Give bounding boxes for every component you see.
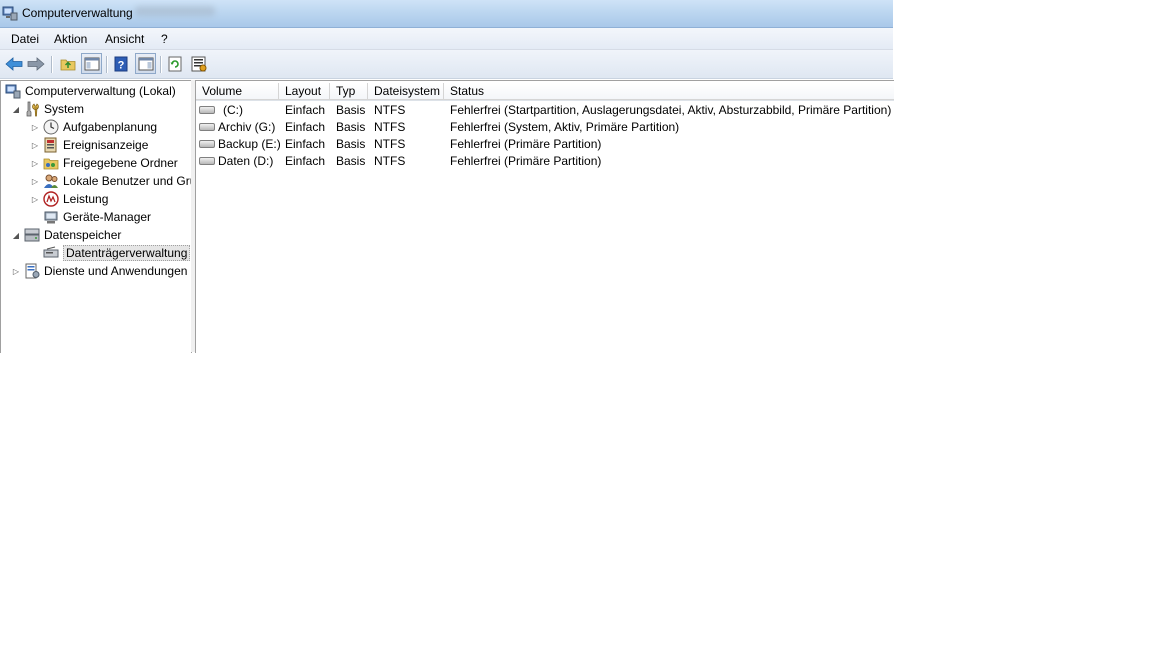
tree-item-dienste-und-anwendungen[interactable]: ▷ Dienste und Anwendungen xyxy=(11,262,187,280)
shared-folder-icon xyxy=(43,155,59,171)
tree-item-datenspeicher[interactable]: ◢ Datenspeicher xyxy=(11,226,121,244)
tree-item-freigegebene-ordner[interactable]: ▷ Freigegebene Ordner xyxy=(30,154,178,172)
menu-datei[interactable]: Datei xyxy=(9,32,41,46)
expand-triangle-icon[interactable]: ▷ xyxy=(30,195,40,204)
storage-icon xyxy=(24,227,40,243)
tree-label: Geräte-Manager xyxy=(63,210,152,224)
status-cell: Fehlerfrei (System, Aktiv, Primäre Parti… xyxy=(450,120,680,134)
volume-name: Archiv (G:) xyxy=(218,120,276,134)
volume-name: Daten (D:) xyxy=(218,154,274,168)
column-header-layout[interactable]: Layout xyxy=(279,83,330,100)
filesystem-cell: NTFS xyxy=(374,103,406,117)
collapse-triangle-icon[interactable]: ◢ xyxy=(11,231,21,240)
tree-label: System xyxy=(44,102,85,116)
volume-cell: Archiv (G:) xyxy=(199,120,275,134)
toolbar-separator xyxy=(106,56,107,73)
filesystem-cell: NTFS xyxy=(374,154,406,168)
console-tree[interactable]: Computerverwaltung (Lokal) ◢ System ▷ Au… xyxy=(0,80,192,353)
column-header-typ[interactable]: Typ xyxy=(330,83,368,100)
column-header-dateisystem[interactable]: Dateisystem xyxy=(368,83,444,100)
menu-help[interactable]: ? xyxy=(159,32,170,46)
menu-bar: Datei Aktion Ansicht ? xyxy=(0,28,893,50)
computer-management-window: Computerverwaltung Datei Aktion Ansicht … xyxy=(0,0,894,353)
volume-name: (C:) xyxy=(223,103,243,117)
tree-item-system[interactable]: ◢ System xyxy=(11,100,84,118)
column-header-status[interactable]: Status xyxy=(444,83,894,100)
computer-management-icon xyxy=(2,5,18,21)
volume-cell: Backup (E:) xyxy=(199,137,281,151)
back-arrow-icon[interactable] xyxy=(4,54,24,74)
tree-label: Leistung xyxy=(63,192,109,206)
show-hide-action-pane-icon[interactable] xyxy=(135,53,156,74)
window-title: Computerverwaltung xyxy=(22,6,133,20)
menu-aktion[interactable]: Aktion xyxy=(52,32,89,46)
disk-management-icon xyxy=(43,245,59,261)
event-viewer-icon xyxy=(43,137,59,153)
tree-label: Aufgabenplanung xyxy=(63,120,158,134)
tree-item-ereignisanzeige[interactable]: ▷ Ereignisanzeige xyxy=(30,136,148,154)
performance-icon xyxy=(43,191,59,207)
expand-triangle-icon[interactable]: ▷ xyxy=(11,267,21,276)
services-icon xyxy=(24,263,40,279)
typ-cell: Basis xyxy=(336,154,366,168)
expand-triangle-icon[interactable]: ▷ xyxy=(30,141,40,150)
tree-item-geraete-manager[interactable]: Geräte-Manager xyxy=(43,208,151,226)
typ-cell: Basis xyxy=(336,120,366,134)
typ-cell: Basis xyxy=(336,137,366,151)
status-cell: Fehlerfrei (Primäre Partition) xyxy=(450,154,602,168)
expand-triangle-icon[interactable]: ▷ xyxy=(30,123,40,132)
hard-drive-icon xyxy=(199,156,215,165)
tree-label: Lokale Benutzer und Gruppen xyxy=(63,174,191,188)
device-manager-icon xyxy=(43,209,59,225)
layout-cell: Einfach xyxy=(285,103,326,117)
hard-drive-icon xyxy=(199,139,215,148)
tools-icon xyxy=(24,101,40,117)
status-cell: Fehlerfrei (Startpartition, Auslagerungs… xyxy=(450,103,892,117)
filesystem-cell: NTFS xyxy=(374,137,406,151)
expand-triangle-icon[interactable]: ▷ xyxy=(30,159,40,168)
tree-item-lokale-benutzer[interactable]: ▷ Lokale Benutzer und Gruppen xyxy=(30,172,191,190)
forward-arrow-icon[interactable] xyxy=(26,54,46,74)
filesystem-cell: NTFS xyxy=(374,120,406,134)
collapse-triangle-icon[interactable]: ◢ xyxy=(11,105,21,114)
layout-cell: Einfach xyxy=(285,154,326,168)
hard-drive-icon xyxy=(199,105,215,114)
tree-label: Freigegebene Ordner xyxy=(63,156,178,170)
tree-item-datentraegerverwaltung[interactable]: Datenträgerverwaltung xyxy=(43,244,191,262)
tree-label: Ereignisanzeige xyxy=(63,138,149,152)
properties-icon[interactable] xyxy=(189,54,209,74)
refresh-icon[interactable] xyxy=(165,54,185,74)
tree-item-leistung[interactable]: ▷ Leistung xyxy=(30,190,108,208)
svg-text:?: ? xyxy=(118,60,125,72)
column-header-volume[interactable]: Volume xyxy=(196,83,279,100)
tree-label: Computerverwaltung (Lokal) xyxy=(25,84,176,98)
help-icon[interactable]: ? xyxy=(111,54,131,74)
layout-cell: Einfach xyxy=(285,120,326,134)
up-folder-icon[interactable] xyxy=(58,54,78,74)
toolbar-separator xyxy=(51,56,52,73)
hard-drive-icon xyxy=(199,122,215,131)
toolbar-separator xyxy=(160,56,161,73)
tree-label: Datenspeicher xyxy=(44,228,122,242)
volume-cell: Daten (D:) xyxy=(199,154,273,168)
status-cell: Fehlerfrei (Primäre Partition) xyxy=(450,137,602,151)
clock-icon xyxy=(43,119,59,135)
volume-list[interactable]: Volume Layout Typ Dateisystem Status (C:… xyxy=(195,80,894,353)
volume-cell: (C:) xyxy=(199,103,243,117)
volume-name: Backup (E:) xyxy=(218,137,281,151)
tree-item-computer-management-local[interactable]: Computerverwaltung (Lokal) xyxy=(5,82,176,100)
tree-item-aufgabenplanung[interactable]: ▷ Aufgabenplanung xyxy=(30,118,157,136)
typ-cell: Basis xyxy=(336,103,366,117)
tree-label: Datenträgerverwaltung xyxy=(63,245,191,261)
blurred-title-text xyxy=(135,6,215,16)
layout-cell: Einfach xyxy=(285,137,326,151)
title-bar[interactable]: Computerverwaltung xyxy=(0,0,893,28)
computer-management-icon xyxy=(5,83,21,99)
menu-ansicht[interactable]: Ansicht xyxy=(103,32,146,46)
show-hide-console-tree-icon[interactable] xyxy=(81,53,102,74)
users-icon xyxy=(43,173,59,189)
tree-label: Dienste und Anwendungen xyxy=(44,264,188,278)
toolbar: ? xyxy=(0,50,893,79)
expand-triangle-icon[interactable]: ▷ xyxy=(30,177,40,186)
